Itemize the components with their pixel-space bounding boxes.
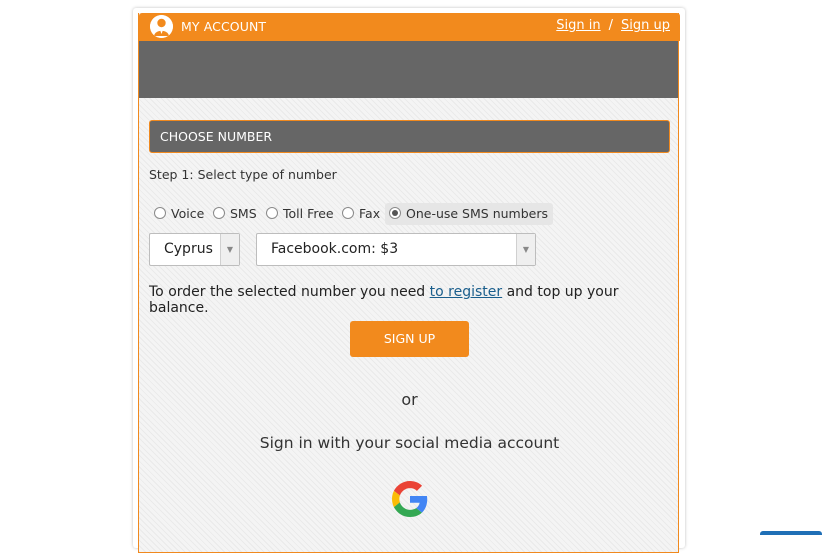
radio-toll-free[interactable]: Toll Free [266,203,334,225]
radio-voice[interactable]: Voice [154,203,204,225]
radio-fax[interactable]: Fax [342,203,380,225]
country-select-value: Cyprus [164,241,213,257]
social-login-title: Sign in with your social media account [259,434,560,452]
account-icon [150,15,173,38]
offscreen-widget-edge [760,531,822,535]
chevron-down-icon: ▼ [220,234,239,265]
step-label: Step 1: Select type of number [149,167,337,182]
register-link[interactable]: to register [430,284,503,300]
or-divider-text: or [401,390,418,409]
service-select[interactable]: Facebook.com: $3 ▼ [256,233,536,266]
google-icon[interactable] [392,481,428,517]
country-select[interactable]: Cyprus ▼ [149,233,240,266]
radio-circle [342,207,354,219]
sign-in-link[interactable]: Sign in [556,18,600,33]
auth-links: Sign in / Sign up [556,18,670,33]
radio-label: Toll Free [283,206,334,221]
order-text-before: To order the selected number you need [149,284,430,300]
sign-up-button[interactable]: SIGN UP [350,321,469,357]
account-panel-inner: MY ACCOUNT Sign in / Sign up CHOOSE NUMBER… [138,13,680,553]
radio-label: One-use SMS numbers [406,206,548,221]
radio-one-use-sms[interactable]: One-use SMS numbers [385,203,553,225]
auth-separator: / [608,18,614,33]
account-title: MY ACCOUNT [181,19,267,34]
account-header-bar: MY ACCOUNT Sign in / Sign up [139,13,680,41]
radio-sms[interactable]: SMS [213,203,257,225]
radio-label: Voice [171,206,205,221]
radio-circle [389,207,401,219]
section-title: CHOOSE NUMBER [149,120,670,153]
chevron-down-icon: ▼ [516,234,535,265]
radio-label: Fax [359,206,381,221]
service-select-value: Facebook.com: $3 [271,241,399,257]
radio-circle [266,207,278,219]
radio-circle [154,207,166,219]
radio-label: SMS [230,206,257,221]
account-panel: MY ACCOUNT Sign in / Sign up CHOOSE NUMBER… [133,8,685,553]
header-gray-band [139,41,678,98]
radio-circle [213,207,225,219]
order-instructions: To order the selected number you need to… [149,284,678,316]
sign-up-link[interactable]: Sign up [621,18,670,33]
